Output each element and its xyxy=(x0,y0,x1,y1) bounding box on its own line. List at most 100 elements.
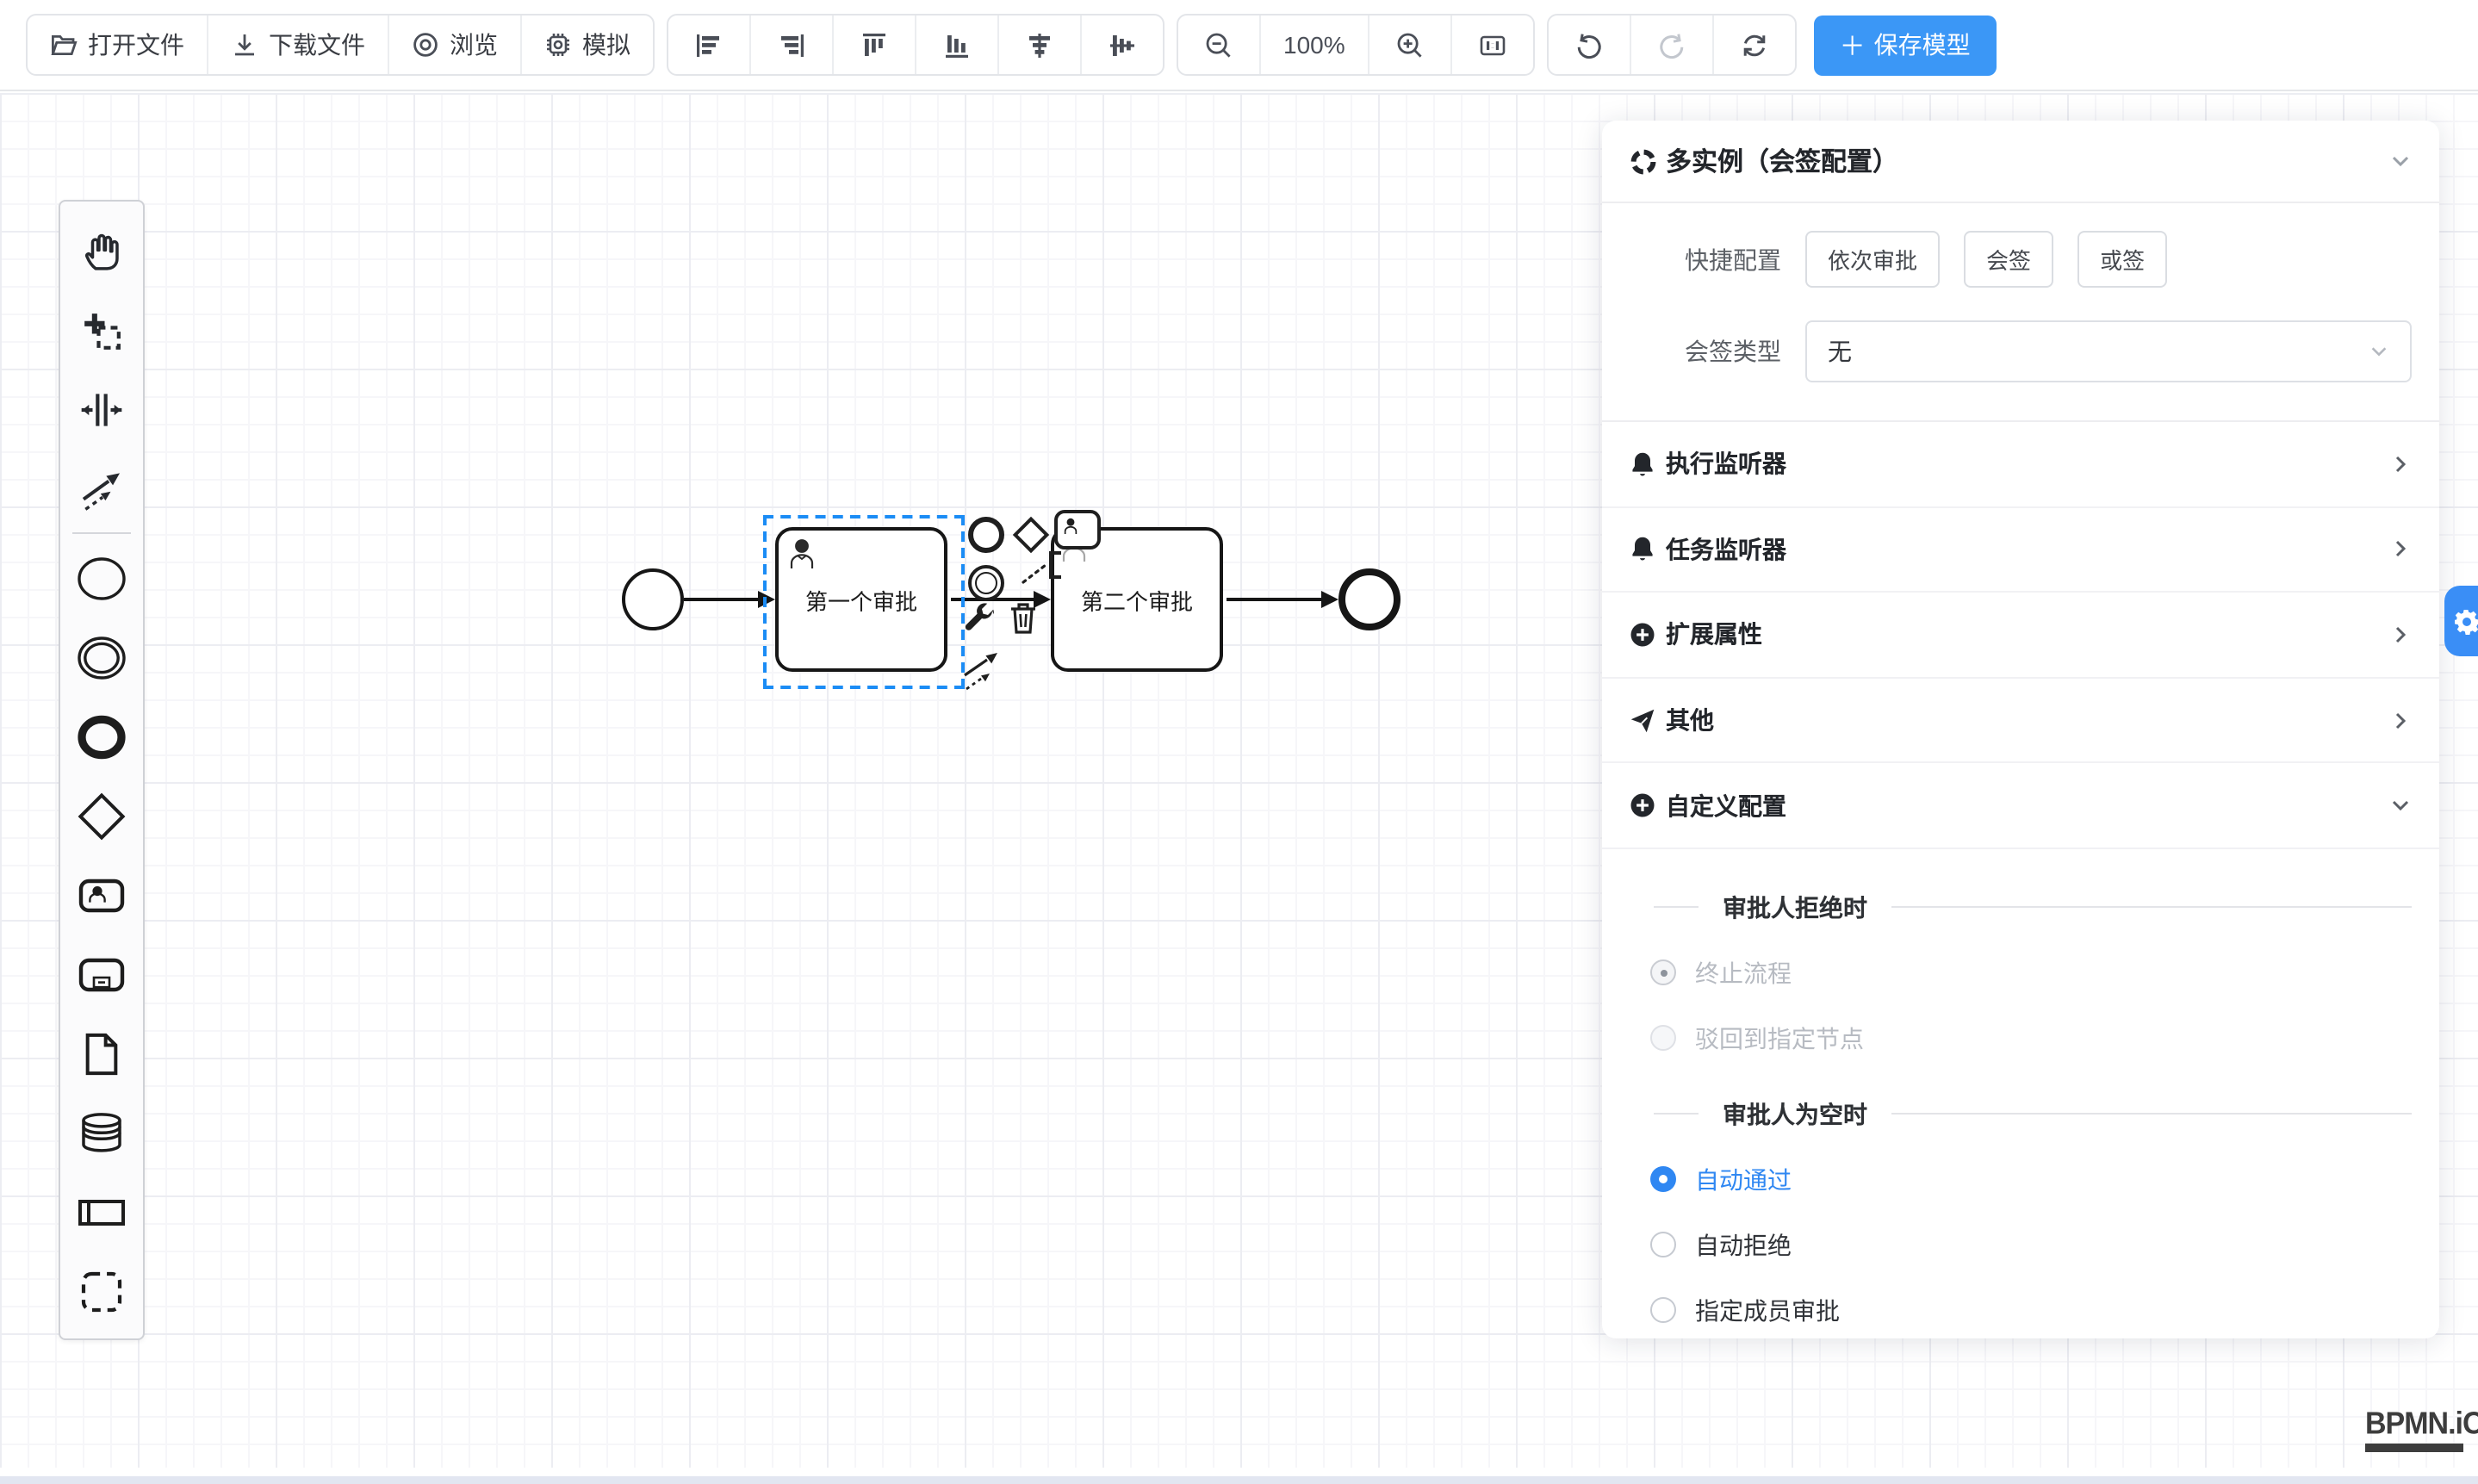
zoom-in-button[interactable] xyxy=(1369,16,1452,74)
connect-arrows-icon xyxy=(961,651,1006,692)
open-file-button[interactable]: 打开文件 xyxy=(28,16,208,74)
zoom-reset-button[interactable] xyxy=(1452,16,1533,74)
lasso-tool[interactable] xyxy=(62,291,141,370)
radio-label: 终止流程 xyxy=(1695,956,1792,990)
save-model-button[interactable]: ＋ 保存模型 xyxy=(1814,15,1997,75)
settings-wrench-button[interactable] xyxy=(963,601,996,634)
folder-open-icon xyxy=(50,31,78,59)
append-end-event-button[interactable] xyxy=(968,517,1004,553)
element-palette xyxy=(59,200,145,1340)
inner-circle xyxy=(975,572,997,594)
chevron-down-icon[interactable] xyxy=(2389,150,2412,172)
zoom-in-icon xyxy=(1395,30,1425,59)
start-event-shape[interactable] xyxy=(622,568,684,630)
bell-icon xyxy=(1630,537,1655,562)
align-middle-vertical-button[interactable] xyxy=(1082,16,1163,74)
align-bottom-button[interactable] xyxy=(916,16,999,74)
zoom-out-icon xyxy=(1204,30,1233,59)
bpmn-io-logo[interactable]: BPMN.iO xyxy=(2365,1407,2478,1451)
bottom-scrollbar[interactable] xyxy=(0,1475,2478,1484)
task-label: 第二个审批 xyxy=(1081,583,1193,616)
hand-tool-icon xyxy=(78,227,126,276)
section-execution-listener[interactable]: 执行监听器 xyxy=(1602,422,2439,507)
end-event-icon xyxy=(76,711,127,763)
append-intermediate-event-button[interactable] xyxy=(968,565,1004,601)
quick-config-row: 快捷配置 依次审批 会签 或签 xyxy=(1630,231,2412,288)
refresh-button[interactable] xyxy=(1714,16,1795,74)
palette-data-object[interactable] xyxy=(62,1015,141,1094)
plus-circle-icon xyxy=(1630,792,1655,818)
sign-type-select[interactable]: 无 xyxy=(1805,320,2412,382)
delete-trash-button[interactable] xyxy=(1008,599,1039,636)
palette-start-event[interactable] xyxy=(62,539,141,618)
radio-return-to-node[interactable]: 驳回到指定节点 xyxy=(1650,1021,2412,1056)
align-right-button[interactable] xyxy=(751,16,834,74)
palette-participant-pool[interactable] xyxy=(62,1173,141,1252)
quick-config-countersign-button[interactable]: 会签 xyxy=(1964,231,2053,288)
divider-line xyxy=(1654,1114,1699,1115)
bpmn-io-logo-text: BPMN.iO xyxy=(2365,1406,2478,1443)
append-text-annotation-button[interactable] xyxy=(1020,548,1065,586)
preview-button[interactable]: 浏览 xyxy=(389,16,522,74)
simulate-button[interactable]: 模拟 xyxy=(522,16,653,74)
chevron-right-icon xyxy=(2389,453,2412,475)
end-event-shape[interactable] xyxy=(1338,568,1400,630)
align-top-icon xyxy=(860,30,889,59)
gear-icon xyxy=(2453,607,2478,635)
palette-end-event[interactable] xyxy=(62,698,141,777)
section-other[interactable]: 其他 xyxy=(1602,679,2439,764)
section-custom-config[interactable]: 自定义配置 xyxy=(1602,764,2439,849)
radio-auto-pass[interactable]: 自动通过 xyxy=(1650,1163,2412,1197)
settings-tab[interactable] xyxy=(2444,586,2478,656)
chevron-right-icon xyxy=(2389,538,2412,561)
chevron-right-icon xyxy=(2389,709,2412,731)
palette-user-task[interactable] xyxy=(62,856,141,935)
quick-config-sequential-button[interactable]: 依次审批 xyxy=(1805,231,1940,288)
align-left-icon xyxy=(694,30,724,59)
radio-unchecked-icon xyxy=(1650,1298,1676,1324)
palette-separator xyxy=(72,532,131,534)
zoom-out-button[interactable] xyxy=(1178,16,1261,74)
panel-header[interactable]: 多实例（会签配置） xyxy=(1602,121,2439,203)
append-task-button[interactable] xyxy=(1054,510,1101,550)
lasso-tool-icon xyxy=(78,307,126,355)
align-center-horizontal-button[interactable] xyxy=(999,16,1082,74)
empty-group-title: 审批人为空时 xyxy=(1630,1097,2412,1132)
radio-terminate-process[interactable]: 终止流程 xyxy=(1650,956,2412,990)
zoom-level: 100% xyxy=(1261,16,1369,74)
radio-unchecked-disabled-icon xyxy=(1650,1026,1676,1052)
plus-circle-icon xyxy=(1630,622,1655,648)
palette-data-store[interactable] xyxy=(62,1094,141,1173)
multi-instance-icon xyxy=(1630,147,1657,175)
redo-button[interactable] xyxy=(1631,16,1714,74)
radio-auto-reject[interactable]: 自动拒绝 xyxy=(1650,1228,2412,1263)
sequence-flow-3[interactable] xyxy=(1227,598,1325,601)
sequence-flow-1[interactable] xyxy=(684,598,760,601)
align-left-button[interactable] xyxy=(668,16,751,74)
sign-type-value: 无 xyxy=(1828,334,2369,369)
trash-icon xyxy=(1008,599,1039,636)
align-top-button[interactable] xyxy=(834,16,916,74)
radio-assign-member[interactable]: 指定成员审批 xyxy=(1650,1294,2412,1328)
section-task-listener[interactable]: 任务监听器 xyxy=(1602,507,2439,593)
simulate-label: 模拟 xyxy=(582,28,630,62)
palette-gateway[interactable] xyxy=(62,777,141,856)
quick-config-orsign-button[interactable]: 或签 xyxy=(2077,231,2167,288)
section-extended-properties[interactable]: 扩展属性 xyxy=(1602,593,2439,678)
palette-subprocess[interactable] xyxy=(62,935,141,1015)
space-tool[interactable] xyxy=(62,370,141,450)
intermediate-event-icon xyxy=(76,632,127,684)
bpmn-editor: 打开文件 下载文件 浏览 模拟 xyxy=(0,0,2478,1484)
section-label: 扩展属性 xyxy=(1666,618,2389,652)
palette-group[interactable] xyxy=(62,1252,141,1332)
undo-button[interactable] xyxy=(1549,16,1631,74)
radio-label: 驳回到指定节点 xyxy=(1695,1021,1864,1056)
global-connect-tool[interactable] xyxy=(62,450,141,529)
hand-tool[interactable] xyxy=(62,212,141,291)
download-file-button[interactable]: 下载文件 xyxy=(208,16,389,74)
connect-tool-button[interactable] xyxy=(961,651,1006,692)
palette-intermediate-event[interactable] xyxy=(62,618,141,698)
zoom-reset-1to1-icon xyxy=(1478,30,1507,59)
align-button-group xyxy=(667,14,1164,76)
preview-label: 浏览 xyxy=(450,28,498,62)
